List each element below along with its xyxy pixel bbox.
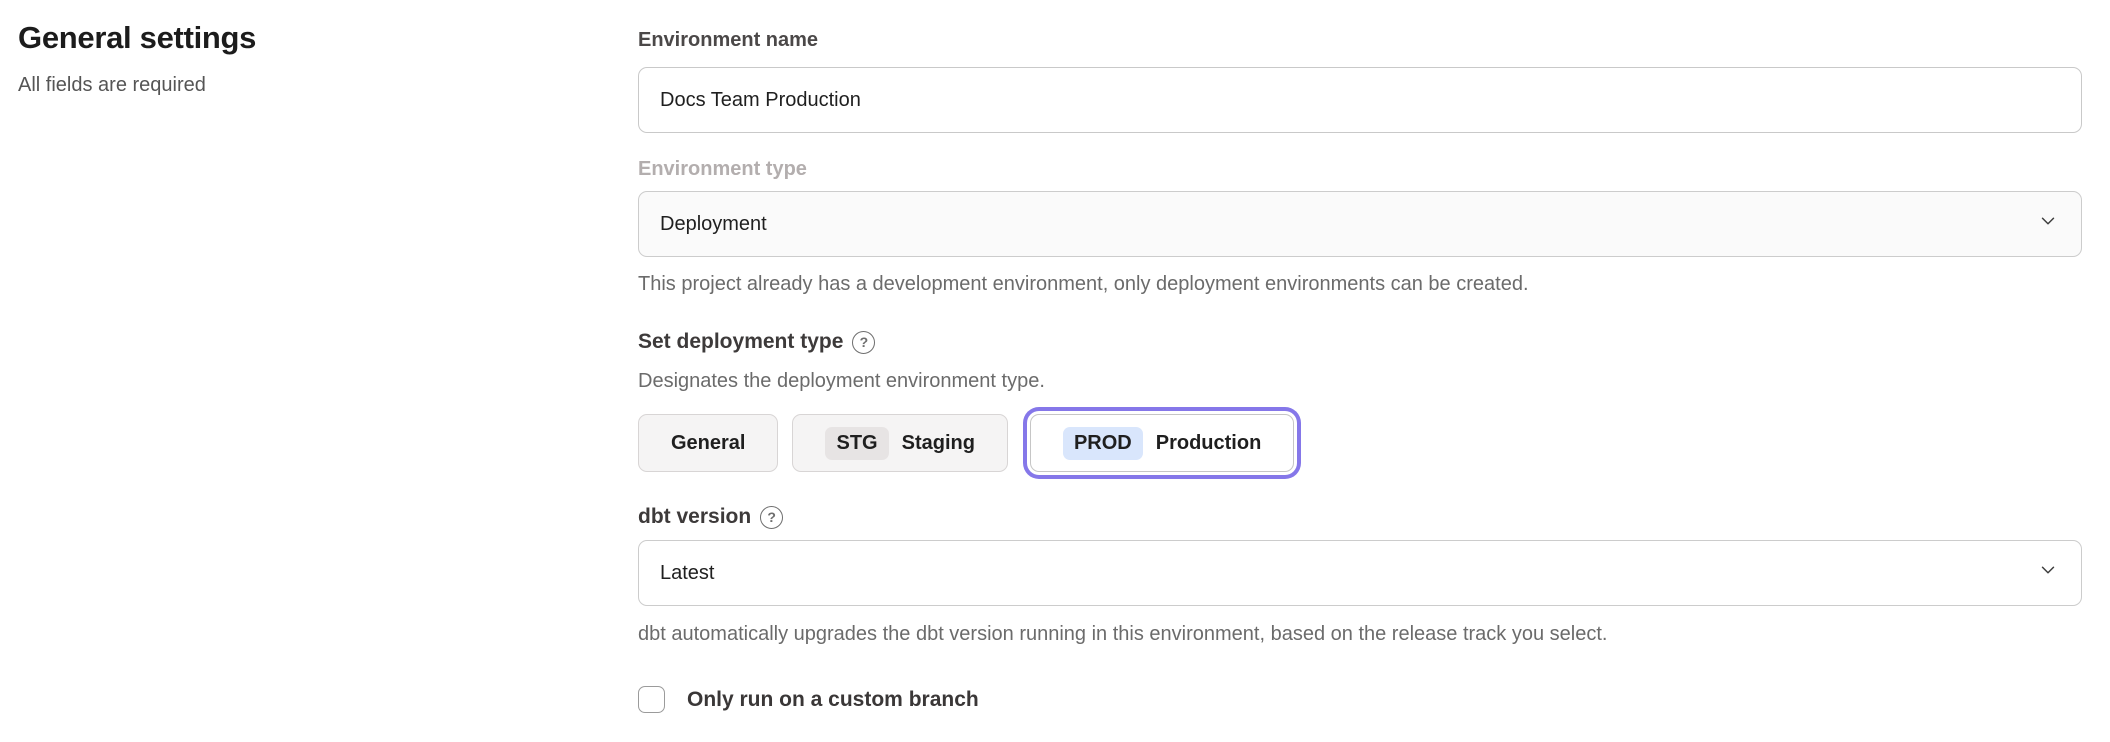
deployment-type-section: Set deployment type ? bbox=[638, 329, 2082, 355]
settings-form: Environment name Environment type Deploy… bbox=[638, 28, 2082, 713]
custom-branch-row: Only run on a custom branch bbox=[638, 686, 2082, 713]
deployment-type-production-label: Production bbox=[1156, 432, 1262, 455]
page-title: General settings bbox=[18, 20, 578, 56]
environment-type-value: Deployment bbox=[660, 213, 767, 236]
production-badge: PROD bbox=[1063, 427, 1143, 460]
deployment-type-label: Set deployment type bbox=[638, 329, 843, 355]
deployment-type-general-label: General bbox=[671, 432, 745, 455]
page-subtitle: All fields are required bbox=[18, 74, 578, 97]
help-icon[interactable]: ? bbox=[852, 331, 875, 354]
settings-header: General settings All fields are required bbox=[18, 20, 578, 97]
deployment-type-staging-button[interactable]: STG Staging bbox=[792, 414, 1007, 472]
chevron-down-icon bbox=[2037, 210, 2059, 238]
help-icon[interactable]: ? bbox=[760, 506, 783, 529]
chevron-down-icon bbox=[2037, 559, 2059, 587]
custom-branch-checkbox[interactable] bbox=[638, 686, 665, 713]
staging-badge: STG bbox=[825, 427, 888, 460]
environment-type-label: Environment type bbox=[638, 157, 2082, 181]
dbt-version-label: dbt version bbox=[638, 504, 751, 530]
dbt-version-section: dbt version ? bbox=[638, 504, 2082, 530]
environment-type-select[interactable]: Deployment bbox=[638, 191, 2082, 257]
general-settings-page: General settings All fields are required… bbox=[0, 0, 2110, 742]
custom-branch-label[interactable]: Only run on a custom branch bbox=[687, 688, 979, 712]
deployment-type-options: General STG Staging PROD Production bbox=[638, 414, 2082, 472]
deployment-type-production-button[interactable]: PROD Production bbox=[1030, 414, 1294, 472]
environment-name-input[interactable] bbox=[638, 67, 2082, 133]
dbt-version-value: Latest bbox=[660, 562, 714, 585]
dbt-version-helper: dbt automatically upgrades the dbt versi… bbox=[638, 622, 2082, 646]
environment-name-label: Environment name bbox=[638, 28, 2082, 52]
environment-type-helper: This project already has a development e… bbox=[638, 272, 2082, 296]
dbt-version-select[interactable]: Latest bbox=[638, 540, 2082, 606]
deployment-type-helper: Designates the deployment environment ty… bbox=[638, 369, 2082, 393]
deployment-type-staging-label: Staging bbox=[902, 432, 975, 455]
deployment-type-general-button[interactable]: General bbox=[638, 414, 778, 472]
